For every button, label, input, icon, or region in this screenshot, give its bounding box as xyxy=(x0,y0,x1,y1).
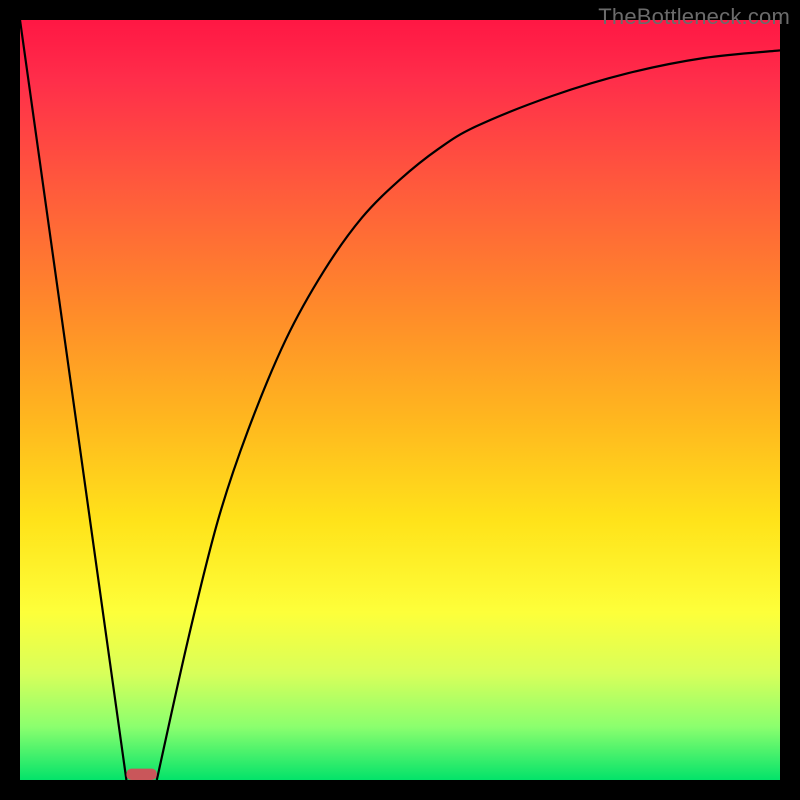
plot-area xyxy=(20,20,780,780)
chart-frame: TheBottleneck.com xyxy=(0,0,800,800)
left-descent-line xyxy=(20,20,126,780)
chart-lines xyxy=(20,20,780,780)
watermark-text: TheBottleneck.com xyxy=(598,4,790,30)
right-rise-line xyxy=(157,50,780,780)
bottleneck-marker xyxy=(126,769,156,780)
